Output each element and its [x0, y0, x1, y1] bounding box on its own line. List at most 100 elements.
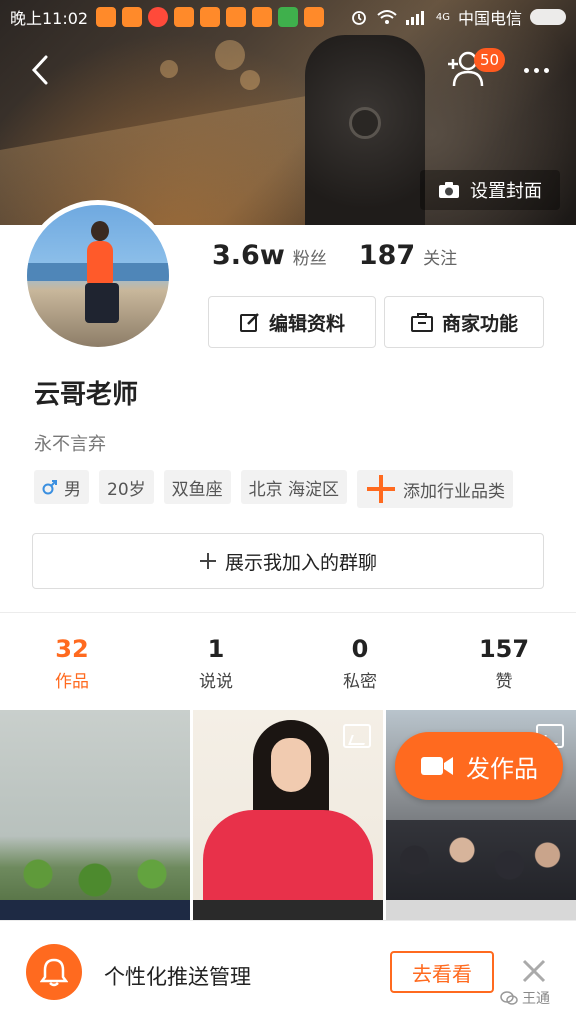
image-set-icon: [343, 724, 371, 748]
add-industry-label: 添加行业品类: [403, 481, 506, 502]
notification-icons: [96, 7, 325, 27]
tab-count: 0: [351, 634, 369, 663]
dot-icon: [543, 67, 549, 73]
avatar[interactable]: [22, 200, 174, 352]
location-tag: 北京 海淀区: [240, 470, 348, 504]
battery-icon: [530, 9, 566, 25]
banner-text: 个性化推送管理: [104, 965, 251, 989]
profile-tags: 男 20岁 双鱼座 北京 海淀区 添加行业品类: [34, 470, 514, 508]
set-cover-label: 设置封面: [470, 181, 542, 202]
tab-count: 32: [55, 634, 89, 663]
watermark: 王通: [500, 988, 550, 1008]
edit-profile-label: 编辑资料: [268, 312, 345, 335]
group-chat-label: 展示我加入的群聊: [224, 551, 377, 574]
briefcase-icon: [410, 313, 433, 332]
signature: 永不言弃: [34, 434, 106, 455]
app-notification-icon: [174, 7, 195, 27]
network-type: 4G: [435, 11, 450, 23]
work-thumbnail[interactable]: [0, 900, 190, 922]
app-notification-icon: [252, 7, 273, 27]
video-camera-icon: [421, 757, 453, 775]
thumbnail-person-face: [271, 738, 311, 792]
show-group-chats-button[interactable]: 展示我加入的群聊: [32, 533, 544, 589]
cover-light-bokeh: [160, 60, 178, 78]
avatar-person-head: [91, 221, 109, 241]
app-notification-icon: [122, 7, 143, 27]
tab-count: 157: [478, 634, 530, 663]
following-count[interactable]: 187: [359, 240, 415, 271]
cover-scooter-decoration: [305, 35, 425, 225]
post-work-label: 发作品: [466, 754, 538, 783]
work-thumbnail[interactable]: [386, 900, 576, 922]
tab-count: 1: [207, 634, 225, 663]
go-see-button[interactable]: 去看看: [390, 951, 494, 993]
following-label[interactable]: 关注: [423, 244, 457, 269]
app-notification-icon: [96, 7, 117, 27]
zodiac-label: 双鱼座: [171, 479, 223, 500]
tab-label: 作品: [55, 671, 89, 692]
close-icon: [522, 959, 546, 983]
wifi-icon: [377, 10, 397, 24]
age-tag: 20岁: [99, 470, 154, 504]
close-banner-button[interactable]: [520, 957, 550, 987]
gender-tag: 男: [34, 470, 89, 504]
bell-icon: [26, 944, 82, 1000]
cover-scooter-lamp: [349, 107, 381, 139]
app-notification-icon: [304, 7, 325, 27]
tab-likes[interactable]: 157 赞: [432, 628, 576, 698]
bell-glyph-icon: [40, 958, 68, 987]
work-thumbnail[interactable]: [193, 900, 383, 922]
tab-label: 赞: [495, 671, 513, 692]
nickname: 云哥老师: [34, 380, 139, 410]
tab-label: 私密: [343, 671, 377, 692]
status-bar: 晚上11:02 4G 中国电信: [0, 0, 576, 34]
add-industry-button[interactable]: 添加行业品类: [357, 470, 514, 508]
tab-label: 说说: [199, 671, 233, 692]
app-notification-icon: [226, 7, 247, 27]
post-work-button[interactable]: 发作品: [395, 732, 563, 800]
carrier-name: 中国电信: [457, 9, 522, 28]
set-cover-button[interactable]: 设置封面: [420, 170, 560, 210]
watermark-text: 王通: [522, 991, 550, 1007]
app-notification-icon: [148, 7, 169, 27]
avatar-person-body: [87, 241, 113, 285]
alarm-icon: [351, 11, 366, 25]
followers-label[interactable]: 粉丝: [293, 244, 327, 269]
work-thumbnail[interactable]: [193, 710, 383, 920]
wechat-icon: [500, 991, 518, 1005]
age-label: 20岁: [107, 479, 146, 500]
location-label: 北京 海淀区: [248, 479, 340, 500]
dot-icon: [523, 67, 529, 73]
push-settings-banner: 个性化推送管理 去看看: [0, 920, 576, 1024]
app-notification-icon: [200, 7, 221, 27]
chevron-left-icon: [31, 55, 48, 85]
dot-icon: [533, 67, 539, 73]
section-divider: [0, 612, 576, 613]
tab-moments[interactable]: 1 说说: [144, 628, 288, 698]
friend-request-badge: 50: [474, 48, 506, 72]
business-features-button[interactable]: 商家功能: [384, 296, 544, 348]
male-icon: [42, 480, 57, 495]
avatar-person-legs: [85, 283, 119, 323]
cover-light-bokeh: [240, 70, 260, 90]
tab-works[interactable]: 32 作品: [0, 628, 144, 698]
play-store-icon: [278, 7, 299, 27]
work-thumbnail[interactable]: [0, 710, 190, 920]
back-button[interactable]: [22, 50, 58, 90]
business-label: 商家功能: [441, 312, 518, 335]
profile-stats: 3.6w 粉丝 187 关注: [212, 240, 489, 271]
tab-private[interactable]: 0 私密: [288, 628, 432, 698]
more-options-button[interactable]: [518, 58, 554, 82]
camera-icon: [439, 182, 459, 198]
gender-label: 男: [64, 479, 81, 500]
zodiac-tag: 双鱼座: [163, 470, 231, 504]
status-right: 4G 中国电信: [350, 5, 566, 29]
status-time: 晚上11:02: [10, 9, 89, 28]
signal-icon: [405, 11, 424, 25]
content-tabs: 32 作品 1 说说 0 私密 157 赞: [0, 628, 576, 698]
plus-icon: [199, 553, 216, 569]
edit-profile-button[interactable]: 编辑资料: [208, 296, 376, 348]
plus-icon: [367, 475, 396, 503]
followers-count[interactable]: 3.6w: [212, 240, 285, 271]
cover-light-bokeh: [215, 40, 245, 70]
